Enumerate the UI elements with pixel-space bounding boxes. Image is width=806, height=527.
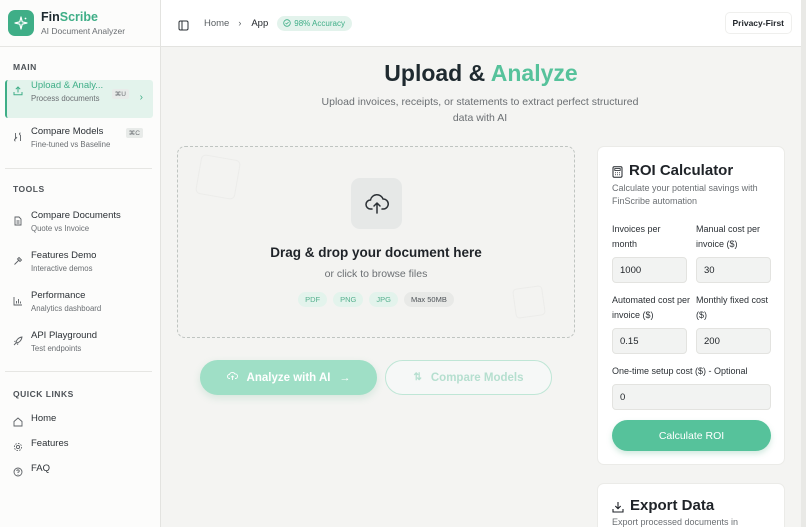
invoices-per-month-label: Invoices per month	[612, 224, 661, 249]
automated-cost-input[interactable]: 0.15	[612, 328, 687, 354]
sidebar-item-sub: Fine-tuned vs Baseline	[31, 140, 111, 149]
roi-title: ROI Calculator	[612, 162, 733, 179]
monthly-fixed-cost-input[interactable]: 200	[696, 328, 771, 354]
chevron-right-icon: ›	[139, 92, 143, 103]
sidebar-item-sub: Process documents	[31, 94, 100, 103]
brand-subtitle: AI Document Analyzer	[41, 26, 126, 36]
format-chips: PDF PNG JPG Max 50MB	[178, 292, 574, 307]
sidebar-link-home[interactable]: Home	[0, 406, 160, 431]
rocket-icon	[13, 333, 23, 346]
monthly-fixed-cost-label: Monthly fixed cost ($)	[696, 295, 769, 320]
roi-description: Calculate your potential savings with Fi…	[612, 183, 758, 206]
page-subtitle: Upload invoices, receipts, or statements…	[321, 96, 639, 124]
sidebar-item-upload[interactable]: Upload & Analy... Process documents ⌘U ›	[5, 80, 153, 118]
section-label-tools: TOOLS	[13, 184, 45, 194]
upload-icon	[13, 83, 23, 96]
compare-models-button[interactable]: ⇅ Compare Models	[385, 360, 552, 395]
brand[interactable]: FinScribe AI Document Analyzer	[0, 0, 160, 47]
sidebar-item-sub: Quote vs Invoice	[31, 224, 90, 233]
brand-name: FinScribe	[41, 10, 98, 24]
page-title: Upload & Analyze	[384, 60, 578, 86]
breadcrumb-home[interactable]: Home	[204, 18, 229, 29]
wand-icon	[13, 253, 23, 265]
sidebar-item-sub: Analytics dashboard	[31, 304, 102, 313]
max-size-chip: Max 50MB	[404, 292, 454, 307]
compare-models-button-label: Compare Models	[430, 371, 524, 384]
sidebar-link-label: Home	[31, 413, 57, 424]
calculate-roi-button[interactable]: Calculate ROI	[612, 420, 771, 451]
help-circle-icon	[13, 464, 23, 476]
format-chip-jpg: JPG	[369, 292, 398, 307]
sidebar-item-features-demo[interactable]: Features Demo Interactive demos	[0, 250, 160, 288]
cloud-upload-icon	[226, 371, 238, 384]
sidebar-link-label: Features	[31, 438, 69, 449]
roi-calculator-card: ROI Calculator Calculate your potential …	[597, 146, 785, 465]
check-circle-icon	[283, 19, 291, 27]
decorative-shape	[194, 153, 242, 201]
sidebar-item-performance[interactable]: Performance Analytics dashboard	[0, 290, 160, 328]
sidebar-item-sub: Test endpoints	[31, 344, 82, 353]
section-label-quick-links: QUICK LINKS	[13, 389, 74, 399]
export-description: Export processed documents in	[612, 517, 739, 527]
sidebar-link-label: FAQ	[31, 463, 51, 474]
shortcut-badge: ⌘C	[125, 128, 143, 138]
bar-chart-icon	[13, 293, 23, 306]
sidebar-item-label: Compare Documents	[31, 210, 121, 221]
scrollbar[interactable]	[801, 0, 806, 527]
sidebar-link-faq[interactable]: FAQ	[0, 456, 160, 481]
export-data-card: Export Data Export processed documents i…	[597, 483, 785, 527]
sidebar-item-api-playground[interactable]: API Playground Test endpoints	[0, 330, 160, 368]
compare-arrows-icon	[13, 129, 23, 142]
sidebar-divider	[5, 371, 152, 372]
format-chip-png: PNG	[333, 292, 364, 307]
dropzone-title: Drag & drop your document here	[270, 245, 482, 260]
accuracy-badge-label: 98% Accuracy	[294, 18, 345, 28]
home-icon	[13, 414, 23, 426]
shortcut-badge: ⌘U	[111, 89, 129, 99]
sidebar-item-label: Compare Models	[31, 126, 104, 137]
format-chip-pdf: PDF	[298, 292, 328, 307]
manual-cost-input[interactable]: 30	[696, 257, 771, 283]
document-icon	[13, 213, 23, 226]
gear-icon	[13, 439, 23, 451]
sidebar-item-compare-documents[interactable]: Compare Documents Quote vs Invoice	[0, 210, 160, 248]
sidebar-link-features[interactable]: Features	[0, 431, 160, 456]
sidebar-toggle-icon[interactable]	[178, 18, 189, 30]
sidebar-item-compare-models[interactable]: Compare Models Fine-tuned vs Baseline ⌘C	[0, 126, 160, 164]
cloud-upload-icon	[351, 178, 402, 229]
sidebar-item-label: Upload & Analy...	[31, 80, 104, 91]
sidebar-item-label: Features Demo	[31, 250, 97, 261]
file-dropzone[interactable]: Drag & drop your document here or click …	[177, 146, 575, 338]
analyze-button-label: Analyze with AI	[246, 371, 331, 384]
manual-cost-label: Manual cost per invoice ($)	[696, 224, 761, 249]
top-bar: Home › App 98% Accuracy Privacy-First	[161, 0, 801, 47]
accuracy-badge: 98% Accuracy	[277, 15, 352, 31]
calculator-icon	[612, 165, 623, 178]
breadcrumb-separator-icon: ›	[238, 18, 242, 28]
download-icon	[612, 500, 624, 513]
sidebar-item-label: Performance	[31, 290, 86, 301]
export-title: Export Data	[612, 497, 714, 514]
section-label-main: MAIN	[13, 62, 37, 72]
automated-cost-label: Automated cost per invoice ($)	[612, 295, 691, 320]
invoices-per-month-input[interactable]: 1000	[612, 257, 687, 283]
compare-arrows-icon: ⇅	[413, 372, 422, 383]
sidebar-divider	[5, 168, 152, 169]
analyze-button[interactable]: Analyze with AI →	[200, 360, 377, 395]
breadcrumb-app: App	[251, 17, 269, 29]
sidebar: FinScribe AI Document Analyzer MAIN Uplo…	[0, 0, 161, 527]
browse-files-link[interactable]: or click to browse files	[178, 268, 574, 280]
setup-cost-input[interactable]: 0	[612, 384, 771, 410]
privacy-first-badge: Privacy-First	[725, 13, 791, 33]
sparkle-logo-icon	[8, 10, 34, 36]
sidebar-item-sub: Interactive demos	[31, 264, 93, 273]
setup-cost-label: One-time setup cost ($) - Optional	[612, 366, 748, 376]
arrow-right-icon: →	[339, 371, 351, 384]
sidebar-item-label: API Playground	[31, 330, 98, 341]
